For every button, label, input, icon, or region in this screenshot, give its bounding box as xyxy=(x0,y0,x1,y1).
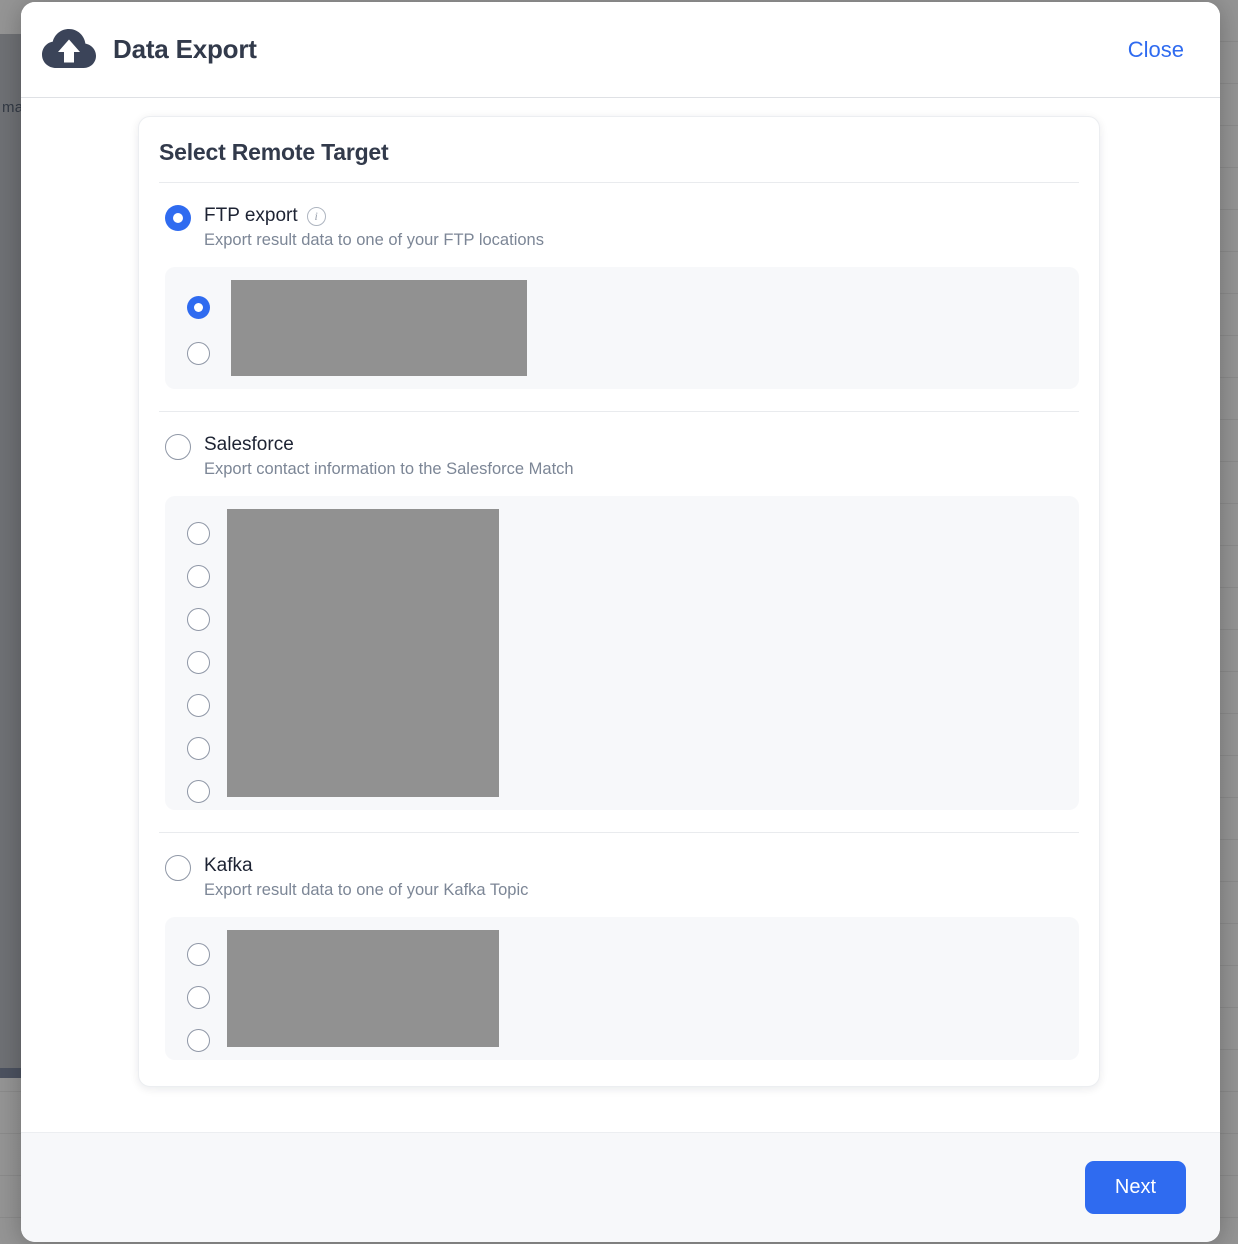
option-group-salesforce: Salesforce Export contact information to… xyxy=(159,411,1079,810)
sub-option-row[interactable] xyxy=(187,641,1065,684)
option-group-kafka: Kafka Export result data to one of your … xyxy=(159,832,1079,1060)
option-salesforce-texts: Salesforce Export contact information to… xyxy=(204,434,574,480)
option-label: Salesforce xyxy=(204,434,294,455)
sub-option-row[interactable] xyxy=(187,555,1065,598)
sub-option-row[interactable] xyxy=(187,598,1065,641)
option-ftp-export[interactable]: FTP export i Export result data to one o… xyxy=(159,205,1079,251)
select-remote-target-card: Select Remote Target FTP export i Export… xyxy=(138,116,1100,1087)
sub-option-row[interactable] xyxy=(187,512,1065,555)
sub-option-row[interactable] xyxy=(187,770,1065,813)
modal-footer: Next xyxy=(21,1132,1220,1242)
sub-option-row[interactable] xyxy=(187,684,1065,727)
radio-ftp-export[interactable] xyxy=(165,205,191,231)
option-description: Export result data to one of your FTP lo… xyxy=(204,231,544,249)
info-icon[interactable]: i xyxy=(306,206,326,226)
data-export-modal: Data Export Close Select Remote Target F… xyxy=(21,2,1220,1242)
option-description: Export contact information to the Salesf… xyxy=(204,460,574,478)
radio-sub-option[interactable] xyxy=(187,737,210,760)
sub-option-row[interactable] xyxy=(187,1019,1065,1062)
radio-sub-option[interactable] xyxy=(187,341,210,365)
modal-header: Data Export Close xyxy=(21,2,1220,98)
option-kafka-texts: Kafka Export result data to one of your … xyxy=(204,855,528,901)
sub-option-row[interactable] xyxy=(187,283,1065,331)
ftp-sub-option-rows xyxy=(187,283,1065,375)
radio-sub-option[interactable] xyxy=(187,295,210,319)
modal-title: Data Export xyxy=(113,34,257,64)
option-salesforce[interactable]: Salesforce Export contact information to… xyxy=(159,434,1079,480)
radio-sub-option[interactable] xyxy=(187,780,210,803)
cloud-upload-icon xyxy=(41,26,97,74)
radio-sub-option[interactable] xyxy=(187,943,210,966)
kafka-sub-option-rows xyxy=(187,933,1065,1062)
panel-title: Select Remote Target xyxy=(159,139,1079,183)
sub-option-row[interactable] xyxy=(187,976,1065,1019)
next-button[interactable]: Next xyxy=(1084,1161,1186,1214)
sub-option-row[interactable] xyxy=(187,727,1065,770)
ftp-sub-options-panel xyxy=(165,267,1079,389)
option-salesforce-label-row: Salesforce xyxy=(204,434,574,456)
sub-option-row[interactable] xyxy=(187,933,1065,976)
option-description: Export result data to one of your Kafka … xyxy=(204,881,529,899)
radio-sub-option[interactable] xyxy=(187,608,210,631)
option-ftp-export-label-row: FTP export i xyxy=(204,205,544,227)
option-kafka-label-row: Kafka xyxy=(204,855,528,877)
option-group-ftp-export: FTP export i Export result data to one o… xyxy=(159,183,1079,389)
option-label: Kafka xyxy=(204,855,253,876)
radio-sub-option[interactable] xyxy=(187,1029,210,1052)
option-kafka[interactable]: Kafka Export result data to one of your … xyxy=(159,855,1079,901)
option-ftp-export-texts: FTP export i Export result data to one o… xyxy=(204,205,544,251)
radio-kafka[interactable] xyxy=(165,855,191,881)
salesforce-sub-option-rows xyxy=(187,512,1065,813)
radio-salesforce[interactable] xyxy=(165,434,191,460)
radio-sub-option[interactable] xyxy=(187,565,210,588)
salesforce-sub-options-panel xyxy=(165,496,1079,810)
radio-sub-option[interactable] xyxy=(187,651,210,674)
close-button[interactable]: Close xyxy=(1124,31,1188,69)
radio-sub-option[interactable] xyxy=(187,986,210,1009)
option-label: FTP export xyxy=(204,205,298,226)
modal-body: Select Remote Target FTP export i Export… xyxy=(21,98,1220,1132)
kafka-sub-options-panel xyxy=(165,917,1079,1060)
sub-option-row[interactable] xyxy=(187,331,1065,375)
radio-sub-option[interactable] xyxy=(187,694,210,717)
radio-sub-option[interactable] xyxy=(187,522,210,545)
